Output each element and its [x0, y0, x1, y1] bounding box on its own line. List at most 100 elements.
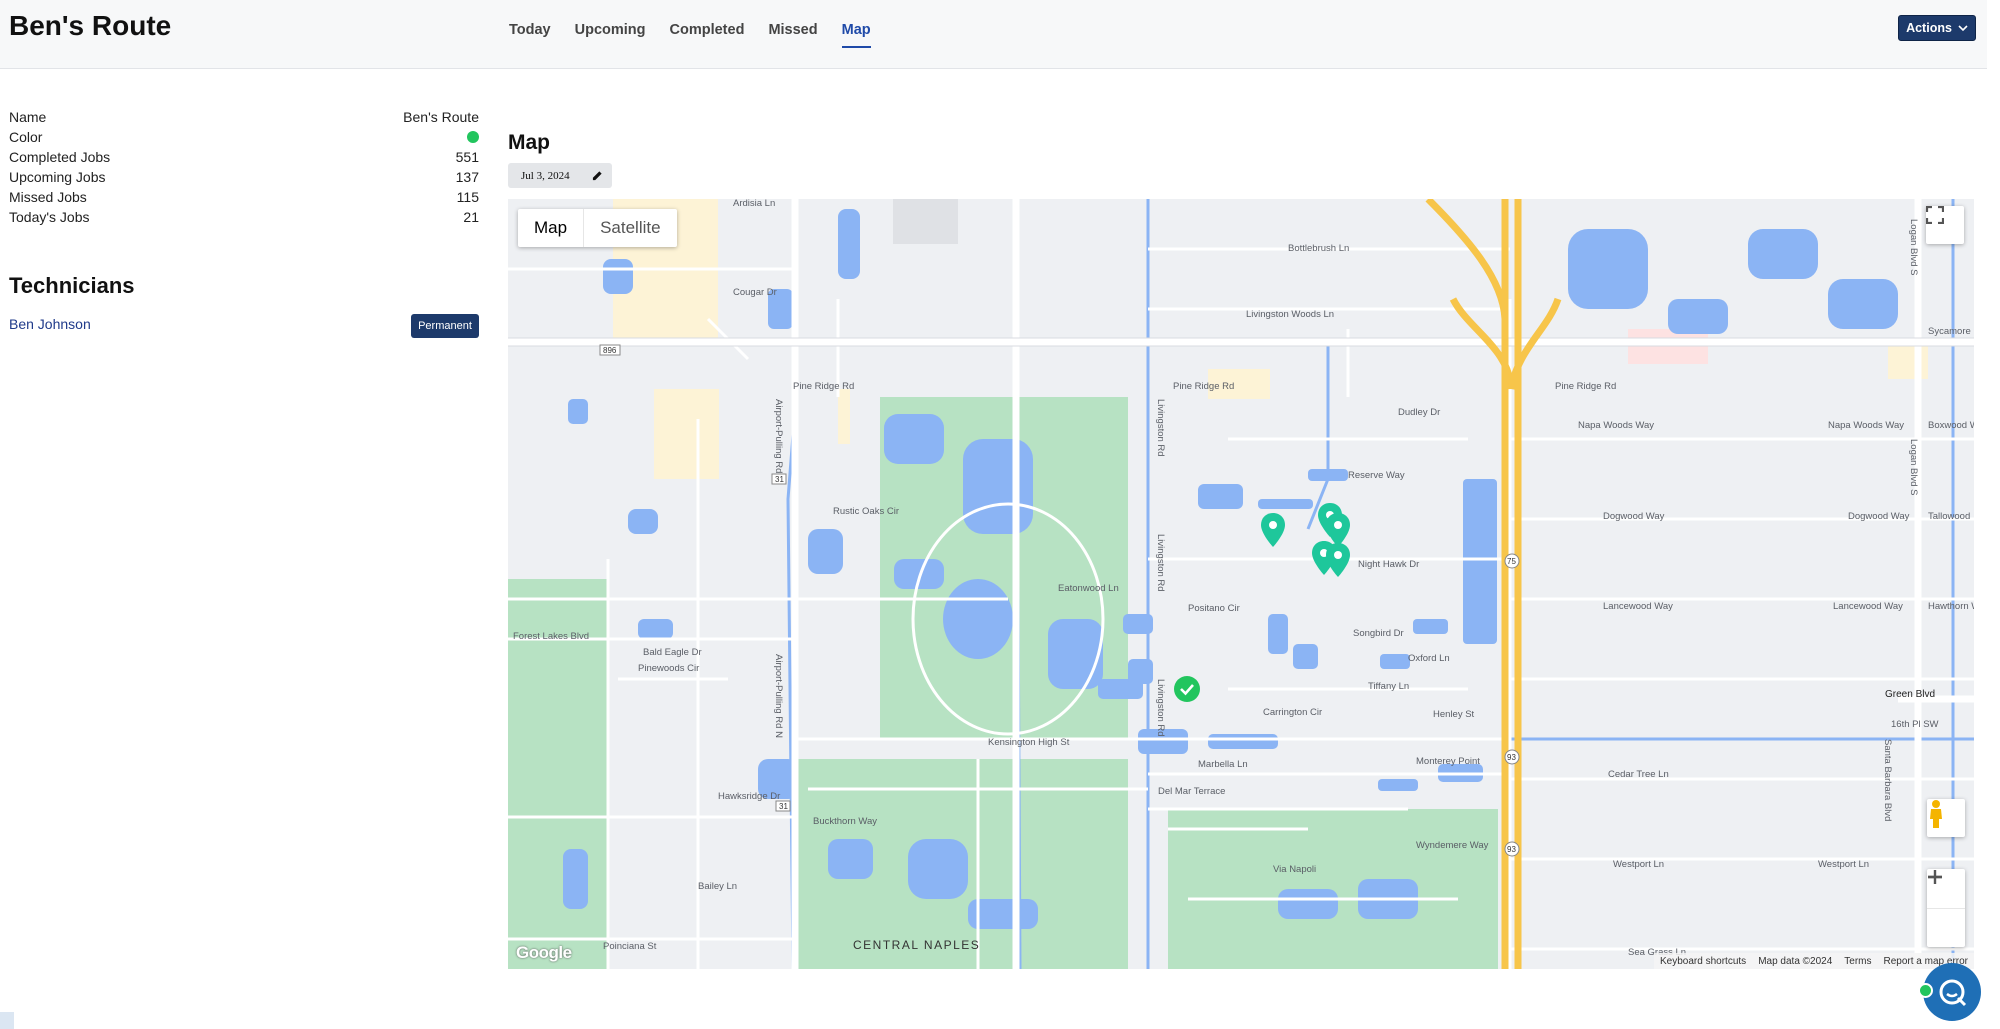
- road-label: Airport-Pulling Rd N: [773, 654, 784, 738]
- pegman-icon: [1930, 800, 1942, 828]
- info-row-today: Today's Jobs 21: [9, 207, 479, 227]
- road-label: 16th Pl SW: [1891, 719, 1939, 730]
- road-label: Westport Ln: [1818, 859, 1869, 870]
- tab-completed[interactable]: Completed: [670, 22, 745, 48]
- map-type-map-button[interactable]: Map: [518, 209, 585, 247]
- job-marker-icon[interactable]: [1261, 513, 1285, 547]
- road-label: Positano Cir: [1188, 603, 1240, 614]
- road-label: Boxwood W: [1928, 420, 1974, 431]
- date-picker[interactable]: Jul 3, 2024: [508, 163, 612, 188]
- google-logo: Google: [516, 943, 572, 962]
- map-heading: Map: [508, 131, 550, 154]
- route-info: Name Ben's Route Color Completed Jobs 551 …: [9, 107, 479, 227]
- road-label: Logan Blvd S: [1908, 439, 1919, 496]
- road-label: Buckthorn Way: [813, 816, 877, 827]
- completed-job-check-icon[interactable]: [1173, 675, 1201, 703]
- road-label: Lancewood Way: [1833, 601, 1903, 612]
- road-label: Tallowood: [1928, 511, 1970, 522]
- tab-map[interactable]: Map: [841, 22, 871, 48]
- road-label: Green Blvd: [1885, 689, 1935, 700]
- road-label: Santa Barbara Blvd: [1882, 739, 1893, 821]
- info-value: 21: [463, 209, 479, 225]
- road-label: Westport Ln: [1613, 859, 1664, 870]
- road-label: Monterey Point: [1416, 756, 1480, 767]
- road-label: Logan Blvd S: [1908, 219, 1919, 276]
- page-title: Ben's Route: [9, 10, 172, 41]
- road-label: Pine Ridge Rd: [1555, 381, 1616, 392]
- route-color-dot: [467, 131, 479, 143]
- map-data-text: Map data ©2024: [1758, 955, 1833, 967]
- road-label: Bailey Ln: [698, 881, 737, 892]
- road-label: Via Napoli: [1273, 864, 1316, 875]
- technician-link[interactable]: Ben Johnson: [9, 316, 91, 332]
- route-shield: 31: [779, 802, 788, 811]
- job-marker-icon[interactable]: [1326, 543, 1350, 577]
- road-label: Lancewood Way: [1603, 601, 1673, 612]
- road-label: CENTRAL NAPLES: [853, 938, 980, 952]
- keyboard-shortcuts-link[interactable]: Keyboard shortcuts: [1660, 956, 1746, 967]
- road-label: Poinciana St: [603, 941, 657, 952]
- info-row-color: Color: [9, 127, 479, 147]
- road-label: Del Mar Terrace: [1158, 786, 1225, 797]
- terms-link[interactable]: Terms: [1844, 956, 1871, 967]
- tab-missed[interactable]: Missed: [768, 22, 817, 48]
- road-label: Tiffany Ln: [1368, 681, 1409, 692]
- street-view-pegman[interactable]: [1927, 799, 1965, 837]
- road-label: Night Hawk Dr: [1358, 559, 1419, 570]
- map-type-control: Map Satellite: [518, 209, 677, 247]
- info-label: Upcoming Jobs: [9, 169, 106, 185]
- route-map[interactable]: Pine Ridge Rd Pine Ridge Rd Pine Ridge R…: [508, 199, 1974, 969]
- road-label: Livingston Rd: [1155, 534, 1166, 592]
- zoom-out-button[interactable]: [1927, 875, 1965, 948]
- info-row-missed: Missed Jobs 115: [9, 187, 479, 207]
- road-label: Carrington Cir: [1263, 707, 1322, 718]
- route-tabs: Today Upcoming Completed Missed Map: [509, 22, 895, 48]
- pencil-icon: [592, 171, 602, 181]
- tab-upcoming[interactable]: Upcoming: [575, 22, 646, 48]
- info-label: Completed Jobs: [9, 149, 111, 165]
- info-value: 137: [455, 169, 479, 185]
- road-label: Reserve Way: [1348, 470, 1405, 481]
- map-canvas: Pine Ridge Rd Pine Ridge Rd Pine Ridge R…: [508, 199, 1974, 969]
- road-label: Ardisia Ln: [733, 199, 775, 209]
- road-label: Pine Ridge Rd: [1173, 381, 1234, 392]
- route-shield: 93: [1507, 753, 1516, 762]
- road-label: Pinewoods Cir: [638, 663, 699, 674]
- info-row-name: Name Ben's Route: [9, 107, 479, 127]
- road-label: Bottlebrush Ln: [1288, 243, 1349, 254]
- online-status-dot: [1918, 983, 1933, 998]
- road-label: Pine Ridge Rd: [793, 381, 854, 392]
- info-value: 551: [455, 149, 479, 165]
- road-label: Airport-Pulling Rd N: [773, 399, 784, 483]
- tab-today[interactable]: Today: [509, 22, 551, 48]
- info-row-upcoming: Upcoming Jobs 137: [9, 167, 479, 187]
- date-value: Jul 3, 2024: [521, 169, 570, 182]
- road-label: Cougar Dr: [733, 287, 777, 298]
- road-label: Livingston Rd: [1155, 399, 1166, 457]
- info-label: Missed Jobs: [9, 189, 87, 205]
- road-label: Songbird Dr: [1353, 628, 1404, 639]
- road-label: Dogwood Way: [1848, 511, 1910, 522]
- minus-icon: [1928, 875, 1942, 879]
- zoom-controls: [1927, 869, 1965, 947]
- info-value: 115: [456, 189, 479, 205]
- road-label: Wyndemere Way: [1416, 840, 1489, 851]
- route-shield: 896: [603, 346, 617, 355]
- info-label: Color: [9, 129, 43, 145]
- info-row-completed: Completed Jobs 551: [9, 147, 479, 167]
- bottom-corner-tab[interactable]: [0, 1012, 14, 1029]
- route-shield: 31: [775, 475, 784, 484]
- road-label: Dudley Dr: [1398, 407, 1440, 418]
- road-label: Livingston Rd: [1155, 679, 1166, 737]
- road-label: Sycamore D: [1928, 326, 1974, 337]
- info-label: Today's Jobs: [9, 209, 90, 225]
- road-label: Eatonwood Ln: [1058, 583, 1119, 594]
- fullscreen-icon: [1926, 206, 1944, 224]
- road-label: Kensington High St: [988, 737, 1070, 748]
- road-label: Livingston Woods Ln: [1246, 309, 1334, 320]
- fullscreen-button[interactable]: [1926, 206, 1964, 244]
- actions-button[interactable]: Actions: [1898, 15, 1976, 41]
- permanent-badge: Permanent: [411, 314, 479, 338]
- road-label: Rustic Oaks Cir: [833, 506, 899, 517]
- map-type-satellite-button[interactable]: Satellite: [584, 209, 676, 247]
